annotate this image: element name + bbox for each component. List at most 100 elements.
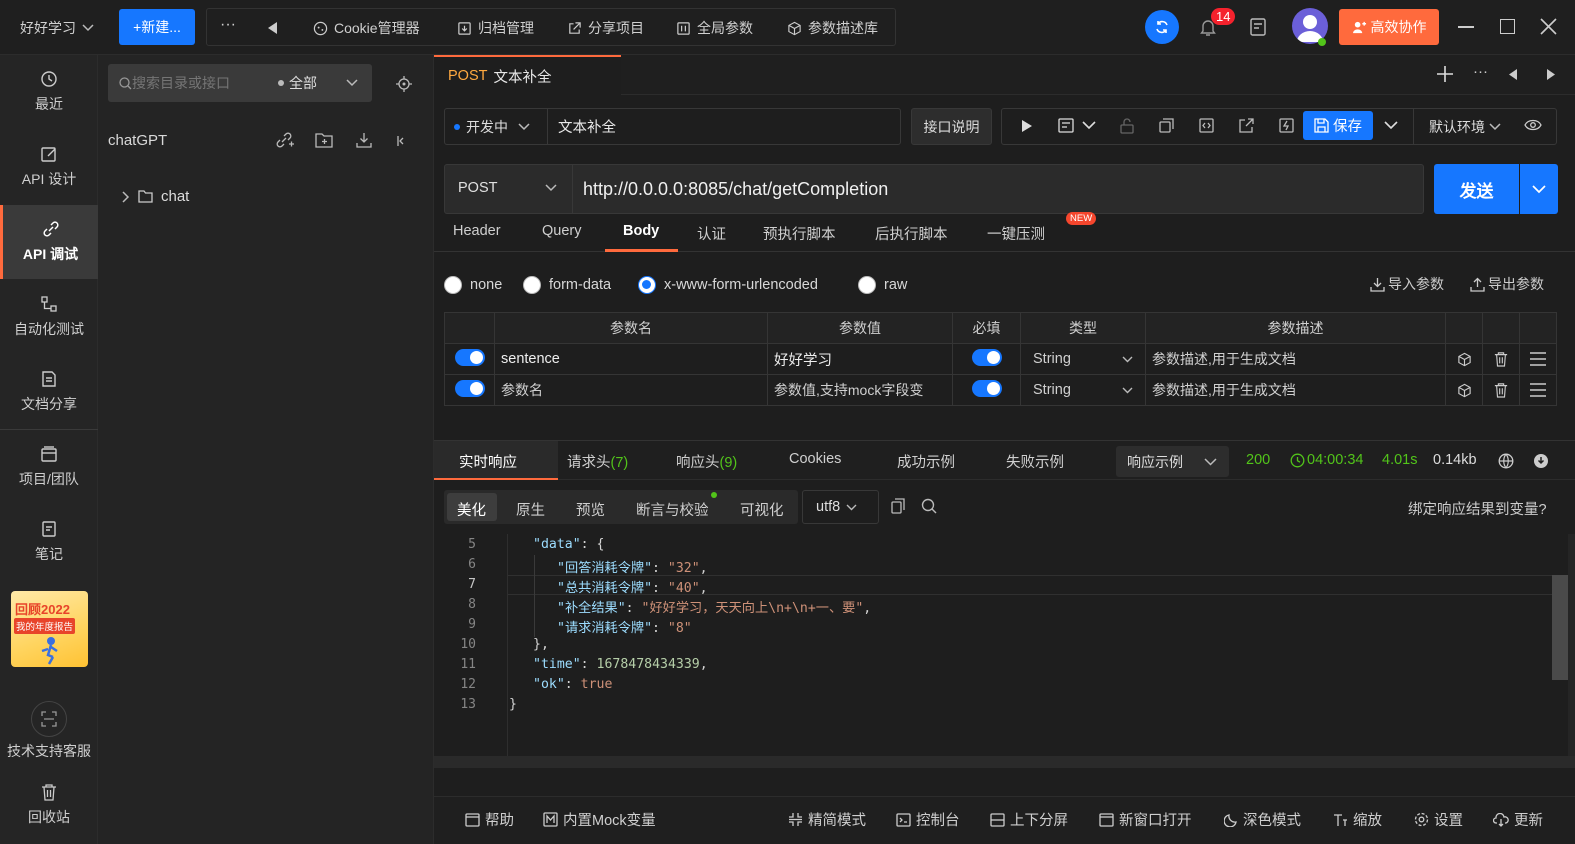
lock-button[interactable]	[1120, 118, 1134, 134]
row-drag-handle[interactable]	[1519, 374, 1557, 406]
radio-none[interactable]: none	[444, 276, 502, 294]
nav-doc-share[interactable]: 文档分享	[0, 355, 98, 429]
save-button[interactable]: 保存	[1303, 111, 1373, 140]
annual-report-banner[interactable]: 回顾2022 我的年度报告	[11, 591, 88, 667]
notes-button[interactable]	[1249, 17, 1267, 37]
collapse-panel-button[interactable]	[396, 135, 408, 147]
radio-urlencoded[interactable]: x-www-form-urlencoded	[638, 276, 818, 294]
collab-button[interactable]: 高效协作	[1339, 9, 1439, 45]
import-params-button[interactable]: 导入参数	[1370, 274, 1444, 294]
radio-form-data[interactable]: form-data	[523, 276, 611, 294]
locate-button[interactable]	[396, 76, 412, 92]
code-button[interactable]	[1199, 118, 1214, 133]
env-view-button[interactable]	[1524, 119, 1542, 131]
tab-post-script[interactable]: 后执行脚本	[875, 223, 948, 244]
support-button[interactable]	[31, 701, 67, 737]
template-button[interactable]	[1058, 118, 1096, 133]
resp-tab-resp-headers[interactable]: 响应头(9)	[676, 451, 737, 472]
add-folder-button[interactable]	[315, 132, 333, 148]
tab-header[interactable]: Header	[453, 223, 501, 239]
download-response-button[interactable]	[1533, 453, 1549, 469]
import-button[interactable]	[356, 132, 372, 148]
resp-tab-success[interactable]: 成功示例	[897, 451, 955, 472]
new-window-button[interactable]: 新窗口打开	[1099, 809, 1192, 830]
status-select[interactable]: 开发中	[454, 117, 530, 137]
share-api-button[interactable]	[1239, 118, 1254, 133]
param-value-cell[interactable]: 参数值,支持mock字段变	[767, 374, 953, 406]
view-tab-assert[interactable]: 断言与校验	[636, 499, 709, 520]
console-button[interactable]: 控制台	[896, 809, 960, 830]
share-project-button[interactable]: 分享项目	[567, 18, 644, 38]
nav-recent[interactable]: 最近	[0, 55, 98, 129]
split-view-button[interactable]: 上下分屏	[990, 809, 1068, 830]
send-button[interactable]: 发送	[1434, 164, 1519, 214]
row-delete-action[interactable]	[1482, 343, 1520, 375]
api-name-input[interactable]	[558, 116, 888, 136]
method-select[interactable]: POST	[458, 180, 558, 196]
encoding-select[interactable]: utf8	[802, 490, 879, 524]
resp-example-select[interactable]: 响应示例	[1116, 446, 1229, 477]
global-params-button[interactable]: 全局参数	[676, 18, 753, 38]
resp-tab-failure[interactable]: 失败示例	[1006, 451, 1064, 472]
required-toggle[interactable]	[971, 349, 1002, 366]
row-drag-handle[interactable]	[1519, 343, 1557, 375]
sync-button[interactable]	[1145, 10, 1179, 44]
nav-api-debug[interactable]: API 调试	[0, 205, 98, 279]
nav-project-team[interactable]: 项目/团队	[0, 430, 98, 504]
filter-select[interactable]: 全部	[278, 73, 358, 93]
desc-cell[interactable]: 参数描述,用于生成文档	[1145, 374, 1446, 406]
nav-auto-test[interactable]: 自动化测试	[0, 280, 98, 354]
tab-scroll-left[interactable]	[1509, 69, 1518, 80]
view-tab-visual[interactable]: 可视化	[740, 499, 784, 520]
row-enable-toggle[interactable]	[454, 349, 485, 366]
tab-auth[interactable]: 认证	[697, 223, 726, 244]
param-value-cell[interactable]: 好好学习	[767, 343, 953, 375]
radio-raw[interactable]: raw	[858, 276, 907, 294]
param-name-cell[interactable]: sentence	[494, 343, 768, 375]
archive-button[interactable]: 归档管理	[457, 18, 534, 38]
view-tab-raw[interactable]: 原生	[516, 499, 545, 520]
editor-scrollbar-track[interactable]	[1568, 534, 1575, 756]
mock-vars-button[interactable]: 内置Mock变量	[543, 809, 656, 830]
api-doc-button[interactable]: 接口说明	[911, 108, 992, 145]
param-desc-lib-button[interactable]: 参数描述库	[787, 18, 878, 38]
tab-query[interactable]: Query	[542, 223, 582, 239]
copy-button[interactable]	[1159, 118, 1174, 133]
search-input[interactable]	[132, 73, 272, 93]
row-enable-toggle[interactable]	[454, 380, 485, 397]
view-tab-pretty[interactable]: 美化	[457, 499, 486, 520]
type-select[interactable]: String	[1020, 374, 1146, 406]
settings-button[interactable]: 设置	[1414, 809, 1463, 830]
url-input[interactable]	[583, 177, 1403, 201]
nav-notes[interactable]: 笔记	[0, 505, 98, 579]
add-api-button[interactable]	[276, 131, 295, 149]
view-tab-preview[interactable]: 预览	[576, 499, 605, 520]
run-button[interactable]	[1021, 119, 1033, 133]
export-params-button[interactable]: 导出参数	[1470, 274, 1544, 294]
tab-scroll-right[interactable]	[1546, 69, 1555, 80]
save-dropdown[interactable]	[1384, 121, 1398, 130]
more-button[interactable]: ···	[220, 15, 236, 35]
trash-button[interactable]: 回收站	[0, 783, 98, 827]
capture-button[interactable]	[1279, 118, 1294, 133]
row-delete-action[interactable]	[1482, 374, 1520, 406]
close-window-button[interactable]	[1540, 18, 1557, 35]
send-dropdown[interactable]	[1520, 164, 1558, 214]
env-select[interactable]: 默认环境	[1429, 117, 1501, 137]
resp-tab-realtime[interactable]: 实时响应	[459, 451, 517, 472]
compact-mode-button[interactable]: 精简模式	[788, 809, 866, 830]
resp-tab-req-headers[interactable]: 请求头(7)	[567, 451, 628, 472]
nav-api-design[interactable]: API 设计	[0, 130, 98, 204]
globe-button[interactable]	[1498, 453, 1514, 469]
tab-body[interactable]: Body	[623, 223, 659, 239]
tab-more-button[interactable]: ···	[1473, 63, 1488, 80]
param-name-cell[interactable]: 参数名	[494, 374, 768, 406]
tab-pre-script[interactable]: 预执行脚本	[763, 223, 836, 244]
horizontal-scrollbar[interactable]	[434, 756, 1575, 768]
bind-variable-link[interactable]: 绑定响应结果到变量?	[1408, 498, 1547, 519]
minimize-button[interactable]	[1458, 26, 1474, 28]
resp-tab-cookies[interactable]: Cookies	[789, 451, 841, 467]
maximize-button[interactable]	[1500, 19, 1515, 34]
update-button[interactable]: 更新	[1493, 809, 1543, 830]
type-select[interactable]: String	[1020, 343, 1146, 375]
